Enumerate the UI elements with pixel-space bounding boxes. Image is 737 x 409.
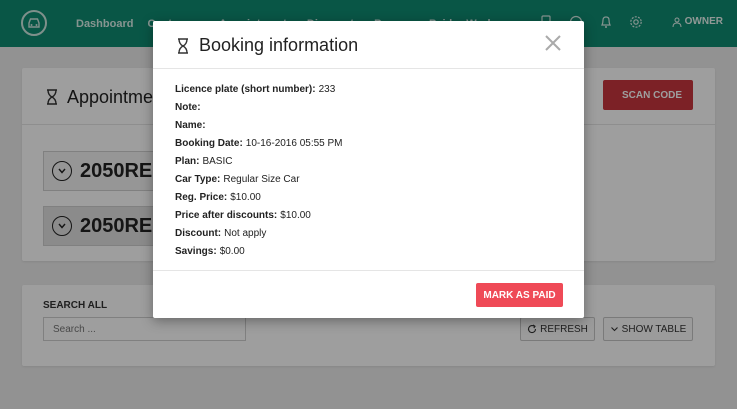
detail-value: 10-16-2016 05:55 PM <box>245 137 343 149</box>
detail-value: $10.00 <box>230 191 261 203</box>
modal-divider <box>153 270 584 271</box>
detail-key: Reg. Price: <box>175 191 228 203</box>
detail-value: 233 <box>318 83 336 95</box>
detail-key: Savings: <box>175 245 217 257</box>
detail-value: $10.00 <box>280 209 311 221</box>
modal-title: Booking information <box>199 35 359 55</box>
detail-row: Note: <box>175 98 343 116</box>
booking-details: Licence plate (short number): 233 Note: N… <box>175 80 343 260</box>
detail-key: Licence plate (short number): <box>175 83 316 95</box>
close-icon[interactable] <box>543 33 563 53</box>
detail-key: Note: <box>175 101 201 113</box>
detail-key: Price after discounts: <box>175 209 278 221</box>
detail-row: Name: <box>175 116 343 134</box>
detail-value: Regular Size Car <box>223 173 300 185</box>
detail-row: Discount: Not apply <box>175 224 343 242</box>
hourglass-icon <box>178 38 188 54</box>
booking-info-modal: Booking information Licence plate (short… <box>153 21 584 318</box>
detail-value: $0.00 <box>219 245 245 257</box>
detail-row: Price after discounts: $10.00 <box>175 206 343 224</box>
mark-as-paid-button[interactable]: MARK AS PAID <box>476 283 563 307</box>
detail-key: Car Type: <box>175 173 221 185</box>
detail-row: Booking Date: 10-16-2016 05:55 PM <box>175 134 343 152</box>
detail-key: Name: <box>175 119 206 131</box>
detail-row: Plan: BASIC <box>175 152 343 170</box>
detail-value: Not apply <box>224 227 267 239</box>
detail-row: Car Type: Regular Size Car <box>175 170 343 188</box>
detail-key: Booking Date: <box>175 137 243 149</box>
detail-row: Licence plate (short number): 233 <box>175 80 343 98</box>
modal-header: Booking information <box>153 21 584 69</box>
detail-key: Plan: <box>175 155 200 167</box>
detail-key: Discount: <box>175 227 222 239</box>
detail-row: Savings: $0.00 <box>175 242 343 260</box>
detail-row: Reg. Price: $10.00 <box>175 188 343 206</box>
detail-value: BASIC <box>202 155 233 167</box>
